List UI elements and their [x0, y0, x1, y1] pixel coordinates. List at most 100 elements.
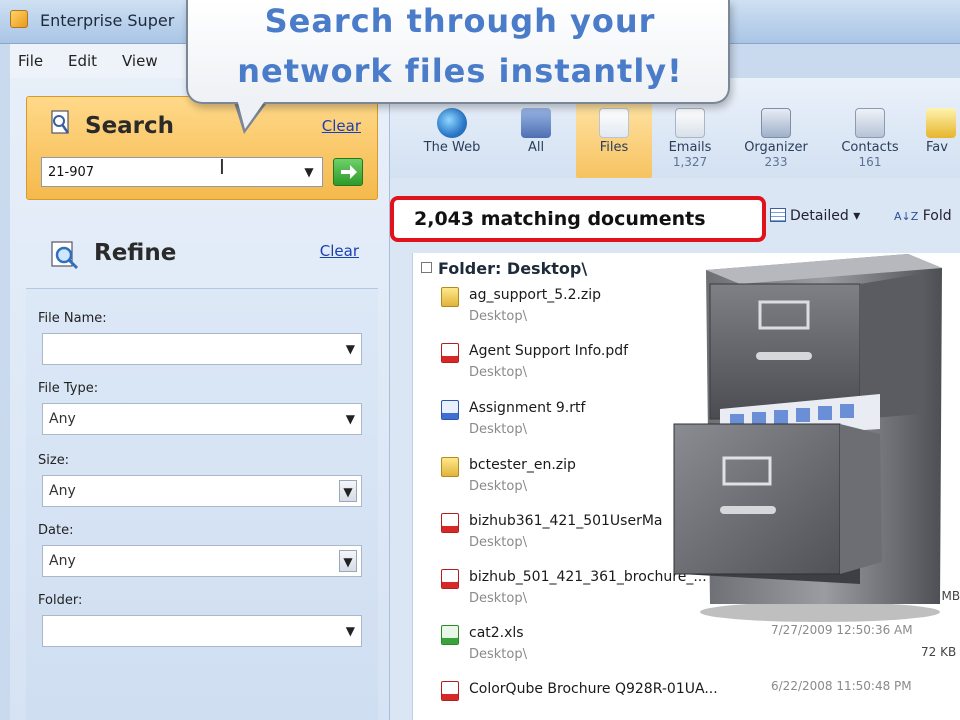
- callout-tail-inner: [236, 95, 269, 129]
- match-count-banner: 2,043 matching documents: [390, 196, 766, 242]
- tab-organizer[interactable]: Organizer 233: [738, 108, 814, 178]
- star-icon: [926, 108, 956, 138]
- file-name-label: File Name:: [38, 311, 107, 326]
- collapse-icon[interactable]: [421, 262, 432, 273]
- chevron-down-icon: ▾: [853, 208, 861, 224]
- envelope-icon: [675, 108, 705, 138]
- menu-file[interactable]: File: [18, 52, 43, 70]
- size-select[interactable]: Any ▼: [42, 475, 362, 507]
- file-type-select[interactable]: Any ▼: [42, 403, 362, 435]
- sort-az-icon: A↓Z: [894, 210, 919, 223]
- view-mode-label: Detailed: [790, 208, 849, 224]
- search-icon: [51, 110, 70, 134]
- refine-heading: Refine: [94, 240, 177, 266]
- tab-count: 233: [764, 155, 788, 169]
- pdf-file-icon: [441, 569, 459, 589]
- folder-label: Folder:: [38, 593, 83, 608]
- chevron-down-icon[interactable]: ▼: [339, 550, 357, 572]
- callout-line-1: Search through your: [264, 2, 656, 40]
- file-name-select[interactable]: ▼: [42, 333, 362, 365]
- tab-label: All: [527, 140, 545, 155]
- globe-icon: [437, 108, 467, 138]
- chevron-down-icon: ▼: [345, 624, 355, 638]
- text-cursor-icon: I: [219, 155, 225, 179]
- results-header: 2,043 matching documents Detailed ▾ A↓Z …: [390, 178, 960, 248]
- callout-bubble: Search through your network files instan…: [186, 0, 730, 104]
- tab-count: 161: [858, 155, 882, 169]
- folder-group-header[interactable]: Folder: Desktop\: [421, 259, 587, 278]
- pdf-file-icon: [441, 681, 459, 701]
- tab-label: Organizer: [744, 140, 808, 155]
- menu-bar: File Edit View: [10, 44, 200, 78]
- callout-line-2: network files instantly!: [237, 52, 683, 90]
- view-mode-button[interactable]: Detailed ▾: [770, 208, 860, 224]
- tab-the-web[interactable]: The Web: [414, 108, 490, 178]
- search-go-button[interactable]: [333, 158, 363, 186]
- search-input[interactable]: [41, 157, 323, 187]
- pdf-file-icon: [441, 513, 459, 533]
- tab-files[interactable]: Files: [576, 102, 652, 178]
- date-label: Date:: [38, 523, 74, 538]
- tab-favorites[interactable]: Fav: [916, 108, 960, 178]
- sort-label: Fold: [922, 208, 952, 224]
- left-panel: Search Clear ▼ I Refine Clear File Name:…: [10, 78, 390, 720]
- contacts-icon: [855, 108, 885, 138]
- file-name[interactable]: ag_support_5.2.zip: [469, 287, 601, 303]
- table-row[interactable]: ColorQube Brochure Q928R-01UA... 6/22/20…: [441, 679, 960, 720]
- tab-label: Contacts: [841, 140, 899, 155]
- tab-label: Fav: [926, 140, 948, 155]
- zip-file-icon: [441, 287, 459, 307]
- arrow-right-icon: [341, 165, 357, 179]
- xls-file-icon: [441, 625, 459, 645]
- sort-button[interactable]: A↓Z Fold: [894, 208, 952, 224]
- file-path: Desktop\: [469, 365, 527, 380]
- date-value: Any: [49, 553, 76, 569]
- window-title: Enterprise Super: [40, 11, 175, 30]
- chevron-down-icon: ▼: [345, 342, 355, 356]
- search-heading: Search: [85, 113, 175, 139]
- date-select[interactable]: Any ▼: [42, 545, 362, 577]
- refine-panel: File Name: ▼ File Type: Any ▼ Size: Any …: [26, 288, 378, 720]
- table-row[interactable]: cat2.xls Desktop\ 7/27/2009 12:50:36 AM …: [441, 623, 960, 679]
- folder-select[interactable]: ▼: [42, 615, 362, 647]
- refine-clear-link[interactable]: Clear: [320, 242, 359, 260]
- file-path: Desktop\: [469, 422, 527, 437]
- search-history-dropdown[interactable]: ▼: [299, 161, 319, 183]
- file-name[interactable]: bizhub361_421_501UserMa: [469, 513, 663, 529]
- search-clear-link[interactable]: Clear: [322, 117, 361, 135]
- menu-edit[interactable]: Edit: [68, 52, 97, 70]
- file-type-value: Any: [49, 411, 76, 427]
- file-size: 72 KB: [921, 645, 957, 659]
- pdf-file-icon: [441, 343, 459, 363]
- file-name[interactable]: ColorQube Brochure Q928R-01UA...: [469, 681, 718, 697]
- calendar-icon: [761, 108, 791, 138]
- chevron-down-icon[interactable]: ▼: [339, 480, 357, 502]
- file-date: 7/27/2009 12:50:36 AM: [771, 623, 913, 637]
- file-path: Desktop\: [469, 309, 527, 324]
- file-name[interactable]: cat2.xls: [469, 625, 524, 641]
- filing-cabinet-illustration: [673, 254, 942, 622]
- file-name[interactable]: Assignment 9.rtf: [469, 400, 585, 416]
- tab-emails[interactable]: Emails 1,327: [652, 108, 728, 178]
- document-icon: [599, 108, 629, 138]
- tab-label: The Web: [423, 140, 481, 155]
- zip-file-icon: [441, 457, 459, 477]
- file-path: Desktop\: [469, 479, 527, 494]
- tab-label: Files: [599, 140, 629, 155]
- menu-view[interactable]: View: [122, 52, 158, 70]
- tab-contacts[interactable]: Contacts 161: [832, 108, 908, 178]
- rtf-file-icon: [441, 400, 459, 420]
- tab-count: 1,327: [672, 155, 708, 169]
- file-path: Desktop\: [469, 535, 527, 550]
- file-name[interactable]: bctester_en.zip: [469, 457, 576, 473]
- all-items-icon: [521, 108, 551, 138]
- details-view-icon: [770, 208, 786, 222]
- folder-group-label: Folder: Desktop\: [438, 259, 588, 278]
- file-type-label: File Type:: [38, 381, 99, 396]
- file-path: Desktop\: [469, 591, 527, 606]
- chevron-down-icon: ▼: [345, 412, 355, 426]
- match-count: 2,043 matching documents: [414, 208, 706, 230]
- file-name[interactable]: Agent Support Info.pdf: [469, 343, 628, 359]
- tab-all[interactable]: All: [498, 108, 574, 178]
- tab-label: Emails: [668, 140, 712, 155]
